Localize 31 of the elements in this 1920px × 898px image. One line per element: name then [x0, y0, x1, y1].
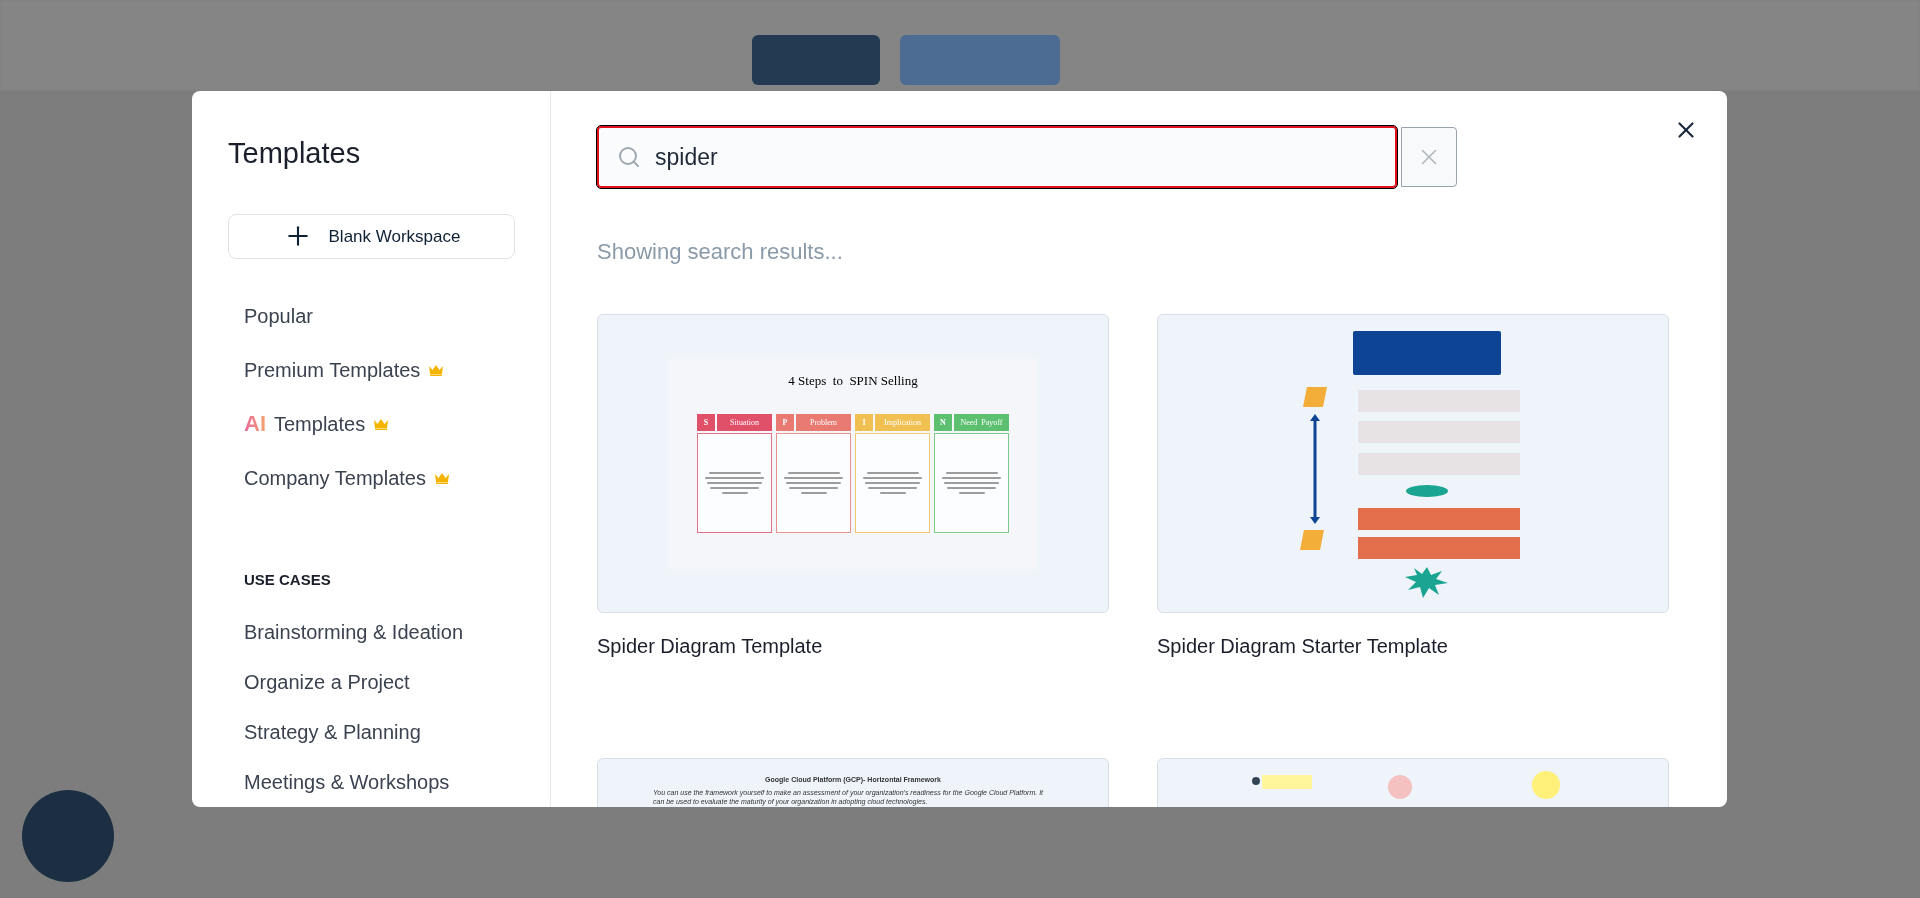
- step-letter: I: [855, 414, 873, 431]
- search-field[interactable]: spider: [597, 126, 1397, 188]
- preview-title: 4 Steps to SPIN Selling: [788, 371, 918, 390]
- step-label: Situation: [717, 414, 772, 431]
- sidebar-link[interactable]: Organize a Project: [244, 657, 514, 707]
- step-letter: S: [697, 414, 715, 431]
- sidebar-link[interactable]: Premium Templates: [244, 342, 514, 397]
- template-title[interactable]: Spider Diagram Starter Template: [1157, 631, 1669, 661]
- crown-icon: [428, 363, 445, 376]
- step-label: Need Payoff: [954, 414, 1009, 431]
- sidebar-link[interactable]: Company Templates: [244, 450, 514, 505]
- sidebar-link[interactable]: Strategy & Planning: [244, 707, 514, 757]
- crown-icon: [373, 417, 390, 430]
- step-label: Problem: [796, 414, 851, 431]
- template-card[interactable]: 4 Steps to SPIN Selling S Situation P Problem I Implication N Need Payoff: [597, 314, 1109, 613]
- template-card[interactable]: [1157, 314, 1669, 613]
- sidebar-link[interactable]: Popular: [244, 288, 514, 343]
- clear-search-button[interactable]: [1401, 127, 1457, 187]
- step-letter: N: [934, 414, 952, 431]
- step-letter: P: [776, 414, 794, 431]
- section-heading: USE CASES: [244, 569, 332, 590]
- template-title[interactable]: Spider Diagram Template: [597, 631, 1109, 661]
- search-icon: [617, 145, 641, 169]
- sidebar-link[interactable]: AI Templates: [244, 396, 514, 451]
- blank-workspace-button[interactable]: Blank Workspace: [228, 214, 515, 259]
- dialog-title: Templates: [228, 136, 362, 171]
- crown-icon: [433, 471, 450, 484]
- sidebar-link[interactable]: Meetings & Workshops: [244, 757, 514, 807]
- sidebar-link[interactable]: Brainstorming & Ideation: [244, 607, 514, 657]
- status-text: Showing search results...: [597, 238, 844, 266]
- step-label: Implication: [875, 414, 930, 431]
